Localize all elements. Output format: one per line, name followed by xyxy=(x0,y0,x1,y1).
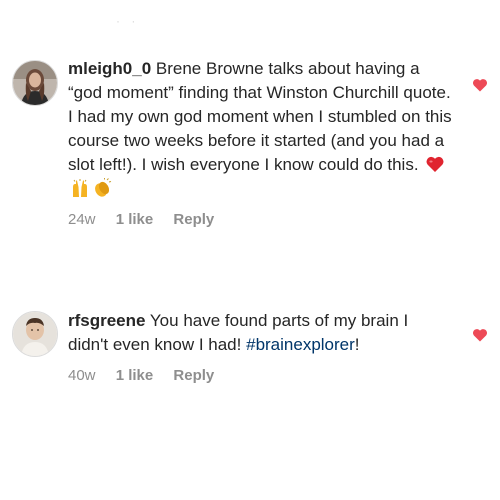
like-heart-icon[interactable] xyxy=(472,327,488,343)
top-indicator: · · xyxy=(116,14,140,28)
comment-likes-count[interactable]: 1 like xyxy=(116,211,154,228)
comment-likes-count[interactable]: 1 like xyxy=(116,367,154,384)
like-heart-icon[interactable] xyxy=(472,77,488,93)
avatar-image xyxy=(13,312,57,356)
avatar[interactable] xyxy=(12,311,58,357)
raising-hands-icon xyxy=(73,179,87,197)
comment-message-end: ! xyxy=(354,335,360,354)
comment-text: mleigh0_0 Brene Browne talks about havin… xyxy=(68,57,452,229)
comment-meta: 40w 1 like Reply xyxy=(68,367,452,385)
avatar-image xyxy=(13,61,57,105)
comment-username[interactable]: rfsgreene xyxy=(68,311,145,330)
comment-timestamp[interactable]: 40w xyxy=(68,367,96,384)
comment-username[interactable]: mleigh0_0 xyxy=(68,59,151,78)
hashtag-link[interactable]: #brainexplorer xyxy=(246,335,355,354)
red-heart-icon xyxy=(426,156,444,172)
reply-button[interactable]: Reply xyxy=(173,367,214,384)
comment-timestamp[interactable]: 24w xyxy=(68,211,96,228)
reply-button[interactable]: Reply xyxy=(173,211,214,228)
comment-meta: 24w 1 like Reply xyxy=(68,211,452,229)
clapping-hands-icon xyxy=(95,178,112,197)
comment-text: rfsgreene You have found parts of my bra… xyxy=(68,309,452,385)
avatar[interactable] xyxy=(12,60,58,106)
